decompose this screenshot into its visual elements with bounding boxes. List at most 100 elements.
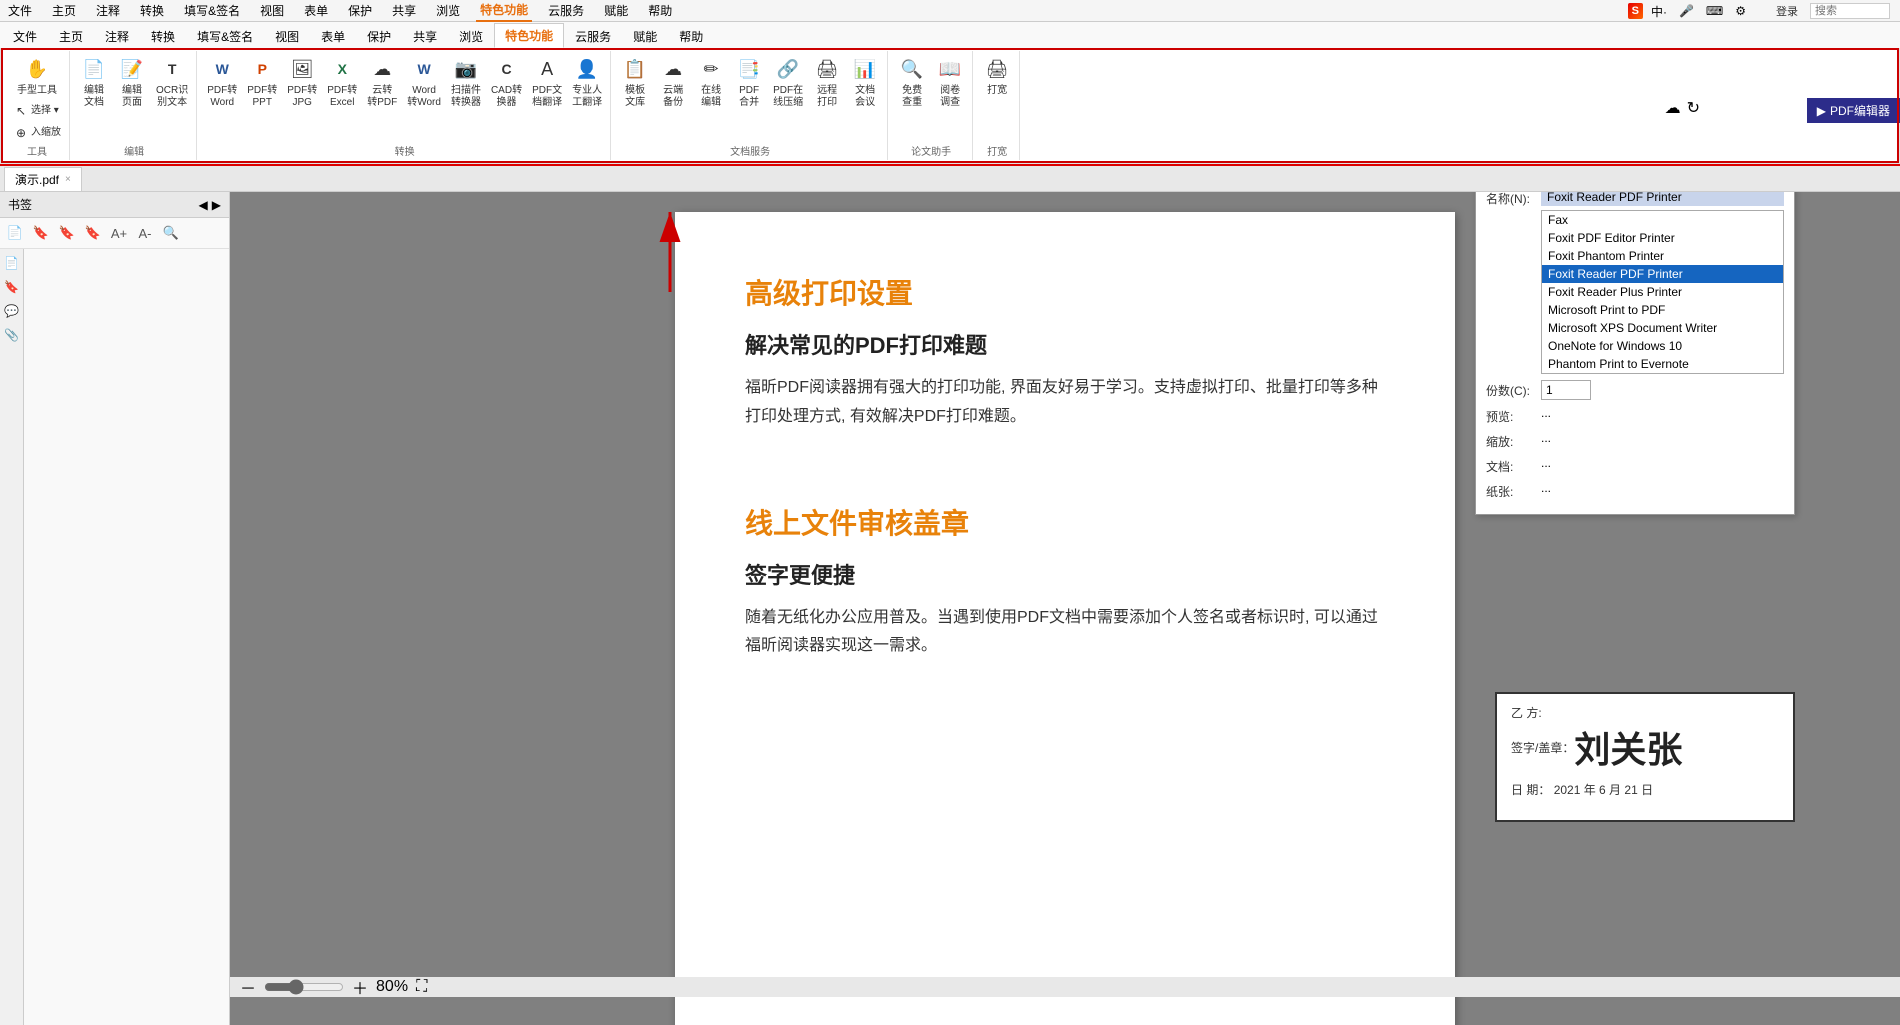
remote-print-label: 远程打印	[817, 85, 837, 109]
zoom-minus-icon[interactable]: －	[240, 975, 256, 999]
ocr-btn[interactable]: T OCR识别文本	[152, 53, 192, 111]
menu-forms[interactable]: 表单	[300, 0, 332, 21]
pdf-to-excel-btn[interactable]: X PDF转Excel	[323, 53, 361, 111]
sidebar-comment-icon[interactable]: 💬	[2, 301, 22, 321]
print-printer-list[interactable]: Fax Foxit PDF Editor Printer Foxit Phant…	[1541, 210, 1784, 374]
printer-ms-xps[interactable]: Microsoft XPS Document Writer	[1542, 319, 1783, 337]
print-wide-btn[interactable]: 🖨 打宽	[979, 53, 1015, 99]
doc-tab[interactable]: 演示.pdf ×	[4, 167, 82, 191]
doc-conference-btn[interactable]: 📊 文档会议	[847, 53, 883, 111]
tab-convert[interactable]: 转换	[140, 24, 186, 48]
tab-protect[interactable]: 保护	[356, 24, 402, 48]
tab-special[interactable]: 特色功能	[494, 23, 564, 48]
zoom-plus-icon[interactable]: ＋	[352, 975, 368, 999]
tab-home[interactable]: 主页	[48, 24, 94, 48]
tab-view[interactable]: 视图	[264, 24, 310, 48]
manual-translate-btn[interactable]: 👤 专业人工翻译	[568, 53, 606, 111]
tab-enable[interactable]: 赋能	[622, 24, 668, 48]
pdf-area[interactable]: 高级打印设置 解决常见的PDF打印难题 福昕PDF阅读器拥有强大的打印功能, 界…	[230, 192, 1900, 1025]
pdf-to-jpg-btn[interactable]: 🖼 PDF转JPG	[283, 53, 321, 111]
word-to-word-btn[interactable]: W Word转Word	[403, 53, 445, 111]
menu-cloud[interactable]: 云服务	[544, 0, 588, 21]
zoom-slider[interactable]	[264, 979, 344, 995]
bookmark-add3-btn[interactable]: 🔖	[82, 222, 104, 244]
search-input[interactable]	[1810, 3, 1890, 19]
search-bookmark-btn[interactable]: 🔍	[160, 222, 182, 244]
cloud-backup-btn[interactable]: ☁ 云端备份	[655, 53, 691, 111]
menu-view[interactable]: 视图	[256, 0, 288, 21]
printer-foxit-phantom[interactable]: Foxit Phantom Printer	[1542, 247, 1783, 265]
hand-tool-btn[interactable]: ✋ 手型工具	[9, 53, 65, 99]
doc-conference-icon: 📊	[851, 55, 879, 83]
tab-browse[interactable]: 浏览	[448, 24, 494, 48]
print-copies-input[interactable]	[1541, 380, 1591, 400]
menu-fill-sign[interactable]: 填写&签名	[180, 0, 244, 21]
font-smaller-btn[interactable]: A-	[134, 222, 156, 244]
printer-foxit-editor[interactable]: Foxit PDF Editor Printer	[1542, 229, 1783, 247]
panel-nav-left[interactable]: ◀	[199, 198, 208, 212]
pdf-compress-btn[interactable]: 🔗 PDF在线压缩	[769, 53, 807, 111]
select-btn[interactable]: ↖ 选择 ▾	[9, 101, 65, 121]
printer-onenote[interactable]: OneNote for Windows 10	[1542, 337, 1783, 355]
review-survey-btn[interactable]: 📖 阅卷调查	[932, 53, 968, 111]
pdf-to-ppt-icon: P	[248, 55, 276, 83]
free-check-btn[interactable]: 🔍 免费查重	[894, 53, 930, 111]
printer-foxit-reader-plus[interactable]: Foxit Reader Plus Printer	[1542, 283, 1783, 301]
font-larger-btn[interactable]: A+	[108, 222, 130, 244]
menu-special[interactable]: 特色功能	[476, 0, 532, 22]
edit-doc-btn[interactable]: 📄 编辑文档	[76, 53, 112, 111]
bookmark-page-btn[interactable]: 📄	[4, 222, 26, 244]
online-edit-btn[interactable]: ✏ 在线编辑	[693, 53, 729, 111]
scan-convert-btn[interactable]: 📷 扫描件转换器	[447, 53, 485, 111]
remote-print-btn[interactable]: 🖨 远程打印	[809, 53, 845, 111]
pdf-merge-btn[interactable]: 📑 PDF合并	[731, 53, 767, 111]
panel-body: 📄 🔖 💬 📎	[0, 249, 229, 1025]
edit-page-btn[interactable]: 📝 编辑页面	[114, 53, 150, 111]
pdf-to-jpg-icon: 🖼	[288, 55, 316, 83]
menu-help[interactable]: 帮助	[644, 0, 676, 21]
menu-share[interactable]: 共享	[388, 0, 420, 21]
print-copies-row: 份数(C):	[1486, 380, 1784, 400]
edit-group: 📄 编辑文档 📝 编辑页面 T OCR识别文本 编辑	[72, 51, 197, 160]
menu-enable[interactable]: 赋能	[600, 0, 632, 21]
section1-body: 福昕PDF阅读器拥有强大的打印功能, 界面友好易于学习。支持虚拟打印、批量打印等…	[745, 374, 1385, 432]
tab-share[interactable]: 共享	[402, 24, 448, 48]
doc-tab-close[interactable]: ×	[65, 174, 71, 185]
sidebar-page-icon[interactable]: 📄	[2, 253, 22, 273]
print-zoom-value: ...	[1541, 431, 1551, 445]
menu-home[interactable]: 主页	[48, 0, 80, 21]
printer-phantom-evernote[interactable]: Phantom Print to Evernote	[1542, 355, 1783, 373]
printer-ms-pdf[interactable]: Microsoft Print to PDF	[1542, 301, 1783, 319]
expand-icon[interactable]: ⛶	[416, 978, 427, 996]
sidebar-attachment-icon[interactable]: 📎	[2, 325, 22, 345]
cloud-to-pdf-btn[interactable]: ☁ 云转转PDF	[363, 53, 401, 111]
tab-forms[interactable]: 表单	[310, 24, 356, 48]
template-lib-btn[interactable]: 📋 模板文库	[617, 53, 653, 111]
panel-nav-right[interactable]: ▶	[212, 198, 221, 212]
tab-annotate[interactable]: 注释	[94, 24, 140, 48]
tab-cloud[interactable]: 云服务	[564, 24, 622, 48]
bookmark-add2-btn[interactable]: 🔖	[56, 222, 78, 244]
pdf-translate-btn[interactable]: A PDF文档翻译	[528, 53, 566, 111]
cad-convert-btn[interactable]: C CAD转换器	[487, 53, 526, 111]
login-button[interactable]: 登录	[1772, 1, 1802, 21]
sidebar-bookmark-icon[interactable]: 🔖	[2, 277, 22, 297]
zoom-btn[interactable]: ⊕ 入缩放	[9, 123, 65, 143]
tab-help[interactable]: 帮助	[668, 24, 714, 48]
menu-annotate[interactable]: 注释	[92, 0, 124, 21]
printer-foxit-reader[interactable]: Foxit Reader PDF Printer	[1542, 265, 1783, 283]
pdf-translate-icon: A	[533, 55, 561, 83]
menu-browse[interactable]: 浏览	[432, 0, 464, 21]
pdf-editor-button[interactable]: ▶ PDF编辑器	[1807, 98, 1900, 123]
bookmark-add-btn[interactable]: 🔖	[30, 222, 52, 244]
menu-file[interactable]: 文件	[4, 0, 36, 21]
pdf-to-word-btn[interactable]: W PDF转Word	[203, 53, 241, 111]
printer-fax[interactable]: Fax	[1542, 211, 1783, 229]
tab-file[interactable]: 文件	[2, 24, 48, 48]
print-name-value-area: Foxit Reader PDF Printer Fax Foxit PDF E…	[1541, 192, 1784, 374]
print-preview-row: 预览: ...	[1486, 406, 1784, 425]
pdf-to-ppt-btn[interactable]: P PDF转PPT	[243, 53, 281, 111]
menu-convert[interactable]: 转换	[136, 0, 168, 21]
menu-protect[interactable]: 保护	[344, 0, 376, 21]
tab-fill-sign[interactable]: 填写&签名	[186, 24, 264, 48]
